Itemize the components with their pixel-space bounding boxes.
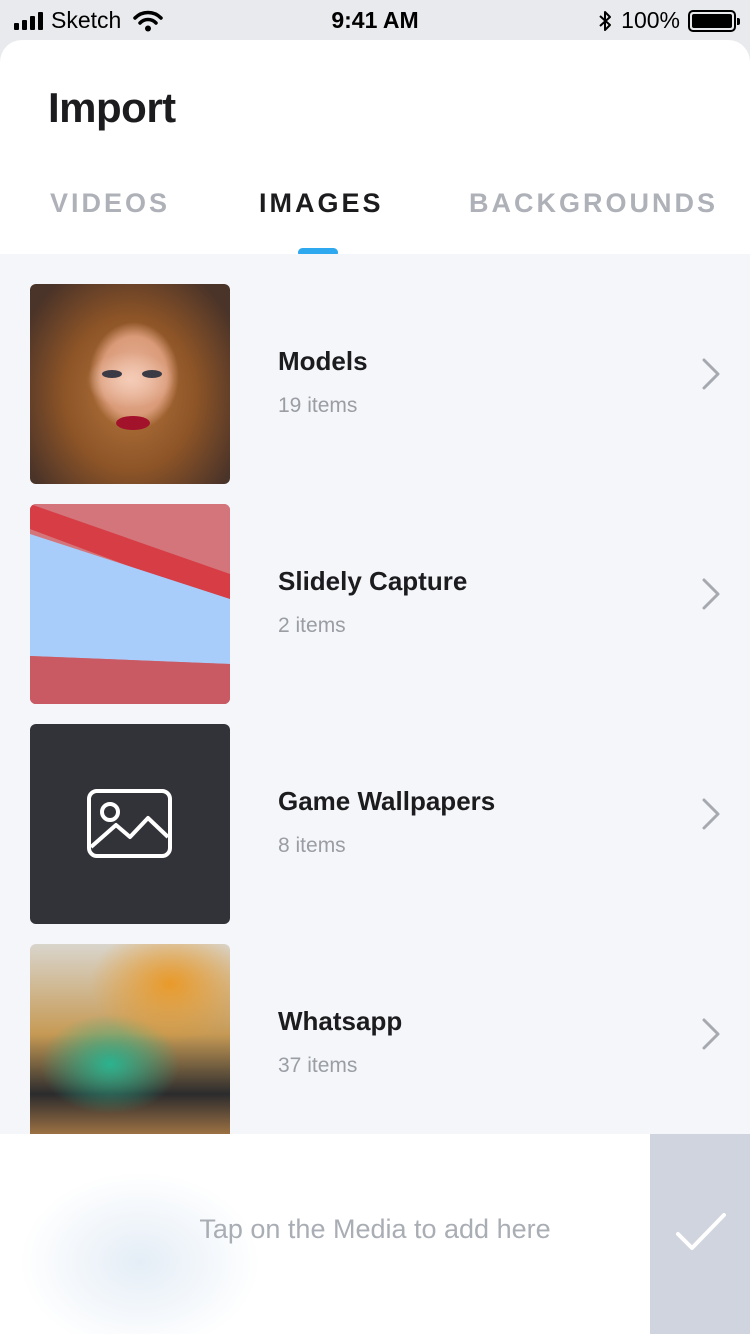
- battery-fill: [692, 13, 732, 28]
- chevron-right-icon: [702, 1018, 720, 1050]
- album-row-models[interactable]: Models 19 items: [0, 284, 750, 484]
- selection-tray: Tap on the Media to add here: [0, 1134, 750, 1334]
- confirm-button[interactable]: [650, 1134, 750, 1334]
- album-title: Models: [278, 346, 368, 376]
- page-title: Import: [48, 84, 176, 131]
- chevron-right-icon: [702, 578, 720, 610]
- album-title: Game Wallpapers: [278, 786, 496, 816]
- album-row-whatsapp[interactable]: Whatsapp 37 items: [0, 944, 750, 1144]
- thumbnail-detail: [102, 370, 122, 378]
- tab-images[interactable]: IMAGES: [259, 188, 384, 219]
- image-placeholder-icon: [87, 789, 172, 858]
- album-count: 19 items: [278, 394, 358, 417]
- status-right: 100%: [597, 7, 740, 34]
- album-thumbnail: [30, 504, 230, 704]
- bluetooth-icon: [599, 10, 612, 31]
- screen: Sketch 9:41 AM 100% Import VIDEOS IMAGES…: [0, 0, 750, 1334]
- thumbnail-detail: [116, 416, 150, 430]
- tray-hint: Tap on the Media to add here: [199, 1214, 551, 1244]
- album-thumbnail: [30, 944, 230, 1144]
- album-count: 8 items: [278, 834, 346, 857]
- album-thumbnail: [30, 284, 230, 484]
- album-title: Slidely Capture: [278, 566, 468, 596]
- album-title: Whatsapp: [278, 1006, 403, 1036]
- checkmark-icon: [676, 1213, 726, 1250]
- chevron-right-icon: [702, 798, 720, 830]
- chevron-right-icon: [702, 358, 720, 390]
- thumbnail-art: [30, 504, 230, 704]
- album-thumbnail: [30, 724, 230, 924]
- album-row-slidely-capture[interactable]: Slidely Capture 2 items: [0, 504, 750, 704]
- media-tabs: VIDEOS IMAGES BACKGROUNDS: [0, 188, 750, 254]
- album-count: 37 items: [278, 1054, 358, 1077]
- battery-icon: [688, 9, 740, 32]
- thumbnail-detail: [142, 370, 162, 378]
- status-bar: Sketch 9:41 AM 100%: [0, 0, 750, 40]
- battery-percentage: 100%: [621, 7, 680, 33]
- album-row-game-wallpapers[interactable]: Game Wallpapers 8 items: [0, 724, 750, 924]
- album-count: 2 items: [278, 614, 346, 637]
- tab-videos[interactable]: VIDEOS: [50, 188, 170, 219]
- tab-backgrounds[interactable]: BACKGROUNDS: [469, 188, 718, 219]
